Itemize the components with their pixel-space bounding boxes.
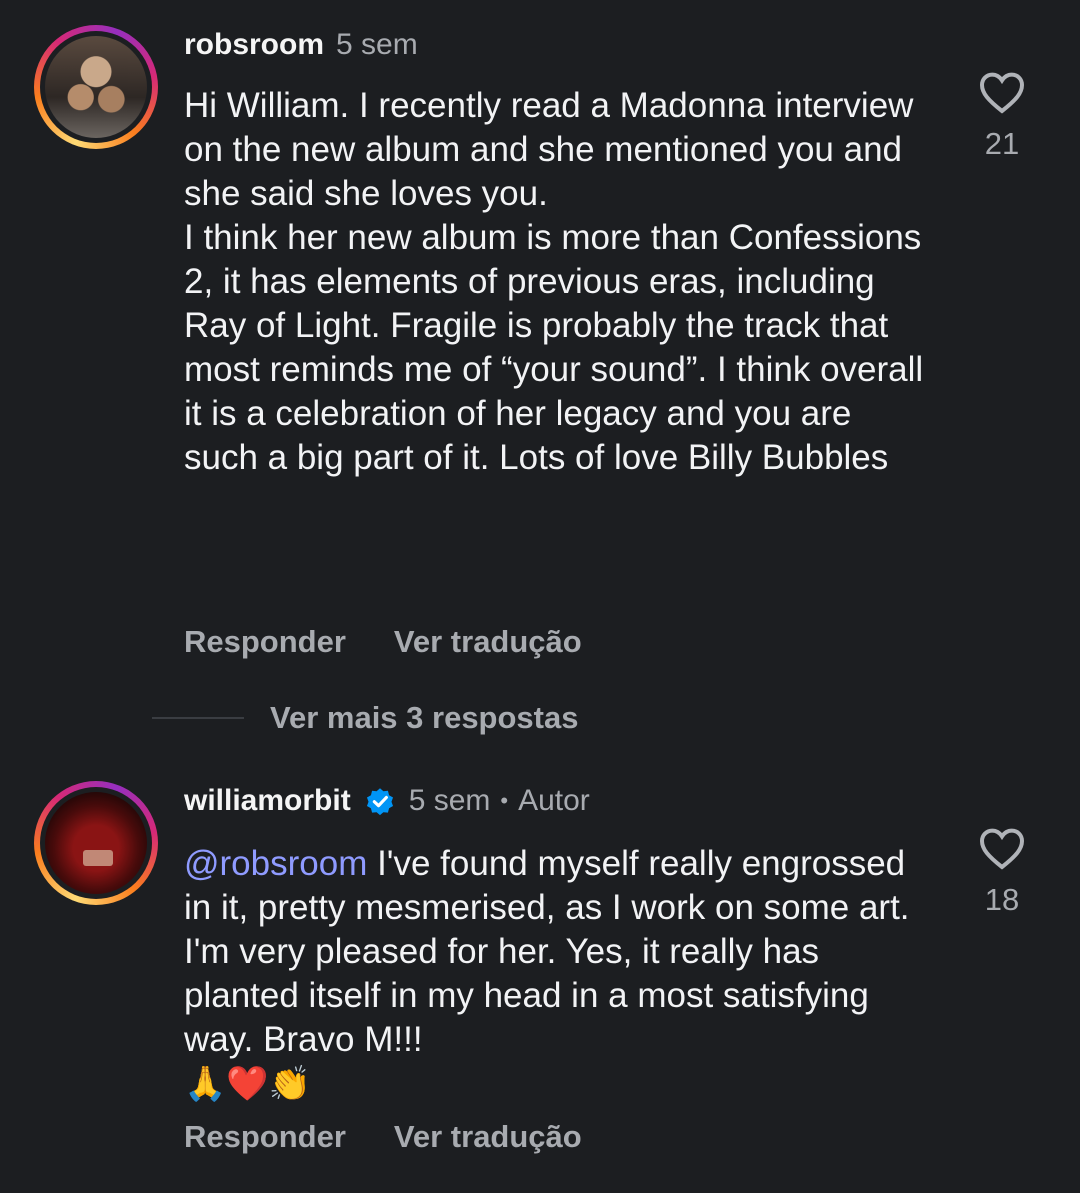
username[interactable]: williamorbit [184, 784, 351, 818]
username[interactable]: robsroom [184, 28, 324, 62]
comment-actions: Responder Ver tradução [184, 1119, 630, 1155]
comment-text: @robsroom I've found myself really engro… [184, 842, 924, 1106]
like-control: 21 [976, 70, 1028, 162]
heart-outline-icon[interactable] [978, 826, 1026, 870]
reply-button[interactable]: Responder [184, 1119, 346, 1155]
comment-paragraph: I think her new album is more than Confe… [184, 218, 924, 477]
translate-button[interactable]: Ver tradução [394, 624, 582, 660]
avatar-williamorbit[interactable] [34, 781, 158, 905]
like-count: 18 [984, 882, 1020, 917]
like-count: 21 [984, 126, 1020, 161]
comment-header: robsroom 5 sem [184, 28, 418, 62]
comment-header: williamorbit 5 sem • Autor [184, 784, 590, 818]
view-more-replies[interactable]: Ver mais 3 respostas [152, 700, 578, 736]
timestamp: 5 sem [336, 28, 418, 61]
like-control: 18 [976, 826, 1028, 918]
mention-link[interactable]: @robsroom [184, 844, 367, 883]
author-tag: Autor [518, 784, 590, 817]
comment-text: Hi William. I recently read a Madonna in… [184, 84, 924, 480]
comment-paragraph: Hi William. I recently read a Madonna in… [184, 86, 914, 213]
translate-button[interactable]: Ver tradução [394, 1119, 582, 1155]
replies-divider [152, 717, 244, 719]
reply-button[interactable]: Responder [184, 624, 346, 660]
comment-actions: Responder Ver tradução [184, 624, 630, 660]
emoji-row: 🙏❤️👏 [184, 1064, 312, 1104]
avatar-robsroom[interactable] [34, 25, 158, 149]
verified-badge-icon [366, 788, 393, 816]
heart-outline-icon[interactable] [978, 70, 1026, 114]
separator-dot: • [500, 788, 509, 813]
view-more-replies-label[interactable]: Ver mais 3 respostas [270, 700, 578, 736]
timestamp: 5 sem [408, 784, 491, 817]
